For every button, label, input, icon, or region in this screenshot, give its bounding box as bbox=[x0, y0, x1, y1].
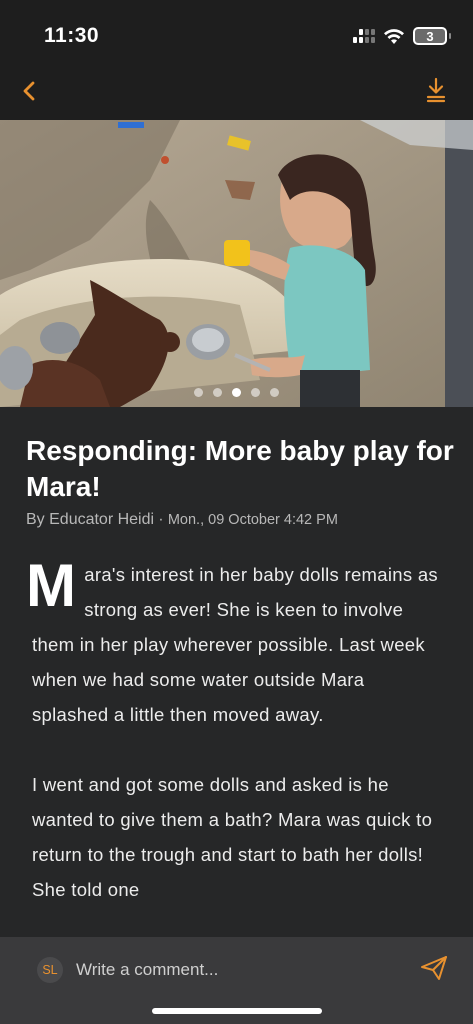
wifi-icon bbox=[384, 28, 404, 44]
download-icon bbox=[426, 77, 446, 103]
send-icon bbox=[421, 956, 447, 980]
post-byline: By Educator Heidi · Mon., 09 October 4:4… bbox=[26, 511, 338, 529]
byline-separator: · bbox=[154, 511, 168, 528]
carousel-dot[interactable] bbox=[251, 388, 260, 397]
post-title: Responding: More baby play for Mara! bbox=[26, 435, 454, 502]
home-indicator[interactable] bbox=[152, 1008, 322, 1014]
carousel-dot-active[interactable] bbox=[232, 388, 241, 397]
post-author: By Educator Heidi bbox=[26, 511, 155, 528]
post-date: Mon., 09 October 4:42 PM bbox=[167, 512, 338, 528]
chevron-left-icon bbox=[23, 81, 35, 101]
paragraph-text: ara's interest in her baby dolls remains… bbox=[32, 564, 438, 725]
drop-cap: M bbox=[26, 552, 77, 619]
status-bar: 11:30 3 bbox=[0, 0, 473, 70]
post-photo[interactable] bbox=[0, 120, 473, 407]
comment-bar: SL bbox=[0, 937, 473, 1024]
back-button[interactable] bbox=[14, 76, 44, 106]
carousel-dot[interactable] bbox=[194, 388, 203, 397]
comment-input[interactable] bbox=[76, 955, 406, 985]
post-paragraph: Mara's interest in her baby dolls remain… bbox=[26, 556, 442, 732]
battery-icon: 3 bbox=[413, 27, 451, 45]
carousel-dot[interactable] bbox=[213, 388, 222, 397]
download-button[interactable] bbox=[421, 74, 451, 106]
carousel-dots[interactable] bbox=[0, 388, 473, 397]
signal-icon bbox=[353, 29, 375, 43]
status-icons: 3 bbox=[353, 27, 451, 45]
send-button[interactable] bbox=[419, 953, 449, 983]
photo-image bbox=[0, 120, 473, 407]
post-paragraph: I went and got some dolls and asked is h… bbox=[32, 774, 433, 900]
battery-level: 3 bbox=[415, 29, 445, 44]
carousel-dot[interactable] bbox=[270, 388, 279, 397]
avatar: SL bbox=[37, 957, 63, 983]
nav-bar bbox=[0, 70, 473, 120]
post-content: Responding: More baby play for Mara! By … bbox=[0, 407, 473, 937]
post-body: Mara's interest in her baby dolls remain… bbox=[26, 556, 442, 937]
status-time: 11:30 bbox=[44, 24, 100, 47]
